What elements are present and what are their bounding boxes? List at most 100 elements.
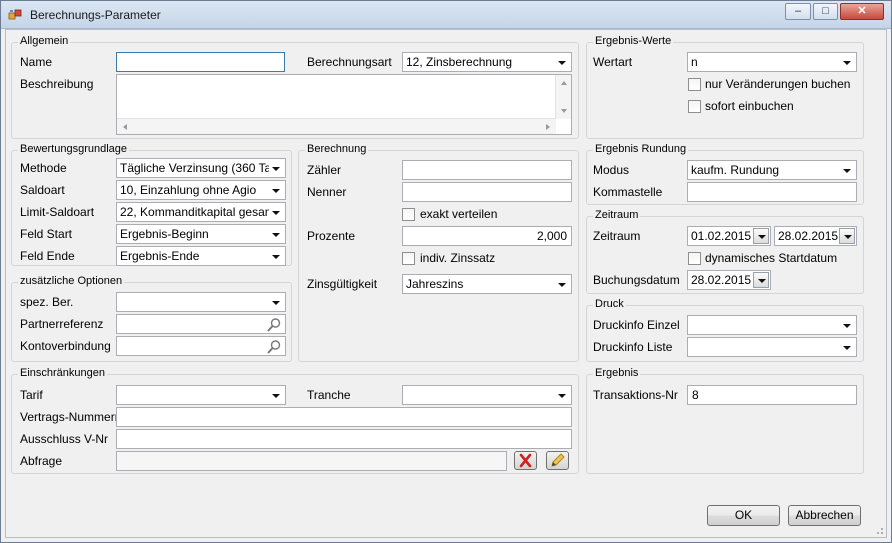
abfrage-label: Abfrage <box>20 454 63 468</box>
beschreibung-label: Beschreibung <box>20 77 94 91</box>
exakt-verteilen-label[interactable]: exakt verteilen <box>420 207 497 221</box>
chevron-down-icon <box>272 394 280 398</box>
wertart-value: n <box>691 55 698 69</box>
dialog-window: Berechnungs-Parameter ‒ □ ✕ Allgemein Na… <box>0 0 892 543</box>
edit-abfrage-button[interactable] <box>546 451 569 470</box>
spez-ber-label: spez. Ber. <box>20 295 74 309</box>
group-title-berechnung: Berechnung <box>305 143 369 155</box>
limit-saldoart-select[interactable]: 22, Kommanditkapital gesamt <box>116 202 286 222</box>
buchungsdatum-value: 28.02.2015 <box>691 273 752 287</box>
delete-x-icon <box>519 453 532 468</box>
nenner-label: Nenner <box>307 185 347 199</box>
zeitraum-von-datepicker[interactable]: 01.02.2015 <box>687 226 771 246</box>
druckinfo-liste-select[interactable] <box>687 337 857 357</box>
nenner-input[interactable] <box>402 182 572 202</box>
methode-value: Tägliche Verzinsung (360 Tage <box>120 161 269 175</box>
search-icon[interactable] <box>266 339 282 355</box>
dialog-client-area: Allgemein Name Berechnungsart 12, Zinsbe… <box>5 29 887 538</box>
ok-button[interactable]: OK <box>707 505 780 526</box>
buchungsdatum-datepicker[interactable]: 28.02.2015 <box>687 270 771 290</box>
modus-value: kaufm. Rundung <box>691 163 780 177</box>
zaehler-input[interactable] <box>402 160 572 180</box>
berechnungsart-value: 12, Zinsberechnung <box>406 55 513 69</box>
group-title-ergebnis: Ergebnis <box>593 367 641 379</box>
chevron-down-icon <box>272 167 280 171</box>
feld-ende-value: Ergebnis-Ende <box>120 249 200 263</box>
transaktions-nr-label: Transaktions-Nr <box>593 388 678 402</box>
methode-select[interactable]: Tägliche Verzinsung (360 Tage <box>116 158 286 178</box>
pencil-icon <box>551 453 565 467</box>
indiv-zinssatz-label[interactable]: indiv. Zinssatz <box>420 251 495 265</box>
chevron-down-icon <box>843 169 851 173</box>
feld-ende-select[interactable]: Ergebnis-Ende <box>116 246 286 266</box>
zeitraum-bis-datepicker[interactable]: 28.02.2015 <box>774 226 857 246</box>
horizontal-scrollbar[interactable] <box>117 118 556 134</box>
kontoverbindung-label: Kontoverbindung <box>20 339 111 353</box>
zinsgueltigkeit-value: Jahreszins <box>406 277 464 291</box>
group-title-bewertungsgrundlage: Bewertungsgrundlage <box>18 143 130 155</box>
tarif-select[interactable] <box>116 385 286 405</box>
group-title-druck: Druck <box>593 298 626 310</box>
app-icon <box>8 9 22 20</box>
zeitraum-von-value: 01.02.2015 <box>691 229 752 243</box>
buchungsdatum-label: Buchungsdatum <box>593 273 680 287</box>
close-button[interactable]: ✕ <box>840 3 884 20</box>
exakt-verteilen-checkbox[interactable] <box>402 208 415 221</box>
limit-saldoart-value: 22, Kommanditkapital gesamt <box>120 205 269 219</box>
resize-grip-icon[interactable] <box>874 525 884 535</box>
group-title-ergebnis-werte: Ergebnis-Werte <box>593 35 674 47</box>
feld-start-select[interactable]: Ergebnis-Beginn <box>116 224 286 244</box>
saldoart-select[interactable]: 10, Einzahlung ohne Agio <box>116 180 286 200</box>
dynamisches-startdatum-label[interactable]: dynamisches Startdatum <box>705 251 837 265</box>
abfrage-input[interactable] <box>116 451 507 471</box>
prozente-label: Prozente <box>307 229 356 243</box>
partnerreferenz-input[interactable] <box>116 314 286 334</box>
group-title-einschraenkungen: Einschränkungen <box>18 367 108 379</box>
kommastelle-input[interactable] <box>687 182 857 202</box>
chevron-down-icon <box>272 301 280 305</box>
feld-start-value: Ergebnis-Beginn <box>120 227 209 241</box>
search-icon[interactable] <box>266 317 282 333</box>
chevron-down-icon <box>272 233 280 237</box>
transaktions-nr-input[interactable]: 8 <box>687 385 857 405</box>
chevron-down-icon <box>843 346 851 350</box>
vertical-scrollbar[interactable] <box>555 75 571 119</box>
spez-ber-select[interactable] <box>116 292 286 312</box>
tranche-select[interactable] <box>402 385 572 405</box>
calendar-dropdown-icon[interactable] <box>753 272 769 288</box>
dynamisches-startdatum-checkbox[interactable] <box>688 252 701 265</box>
saldoart-value: 10, Einzahlung ohne Agio <box>120 183 257 197</box>
name-input[interactable] <box>116 52 285 72</box>
druckinfo-einzel-select[interactable] <box>687 315 857 335</box>
wertart-select[interactable]: n <box>687 52 857 72</box>
vertrags-nummern-input[interactable] <box>116 407 572 427</box>
calendar-dropdown-icon[interactable] <box>839 228 855 244</box>
kontoverbindung-input[interactable] <box>116 336 286 356</box>
title-bar[interactable]: Berechnungs-Parameter ‒ □ ✕ <box>1 1 891 29</box>
nur-veraenderungen-checkbox[interactable] <box>688 78 701 91</box>
berechnungsart-select[interactable]: 12, Zinsberechnung <box>402 52 572 72</box>
beschreibung-textarea[interactable] <box>116 74 572 135</box>
ausschluss-vnr-label: Ausschluss V-Nr <box>20 432 109 446</box>
nur-veraenderungen-label[interactable]: nur Veränderungen buchen <box>705 77 850 91</box>
window-title: Berechnungs-Parameter <box>30 8 161 22</box>
clear-abfrage-button[interactable] <box>514 451 537 470</box>
indiv-zinssatz-checkbox[interactable] <box>402 252 415 265</box>
sofort-einbuchen-label[interactable]: sofort einbuchen <box>705 99 794 113</box>
maximize-button[interactable]: □ <box>813 3 838 20</box>
zeitraum-bis-value: 28.02.2015 <box>778 229 839 243</box>
ausschluss-vnr-input[interactable] <box>116 429 572 449</box>
zinsgueltigkeit-select[interactable]: Jahreszins <box>402 274 572 294</box>
abbrechen-button[interactable]: Abbrechen <box>788 505 861 526</box>
sofort-einbuchen-checkbox[interactable] <box>688 100 701 113</box>
chevron-down-icon <box>558 394 566 398</box>
tranche-label: Tranche <box>307 388 351 402</box>
minimize-button[interactable]: ‒ <box>785 3 811 20</box>
modus-select[interactable]: kaufm. Rundung <box>687 160 857 180</box>
zeitraum-label: Zeitraum <box>593 229 641 243</box>
feld-start-label: Feld Start <box>20 227 73 241</box>
prozente-input[interactable]: 2,000 <box>402 226 572 246</box>
calendar-dropdown-icon[interactable] <box>753 228 769 244</box>
chevron-down-icon <box>843 324 851 328</box>
scroll-left-right-icon <box>123 124 550 130</box>
